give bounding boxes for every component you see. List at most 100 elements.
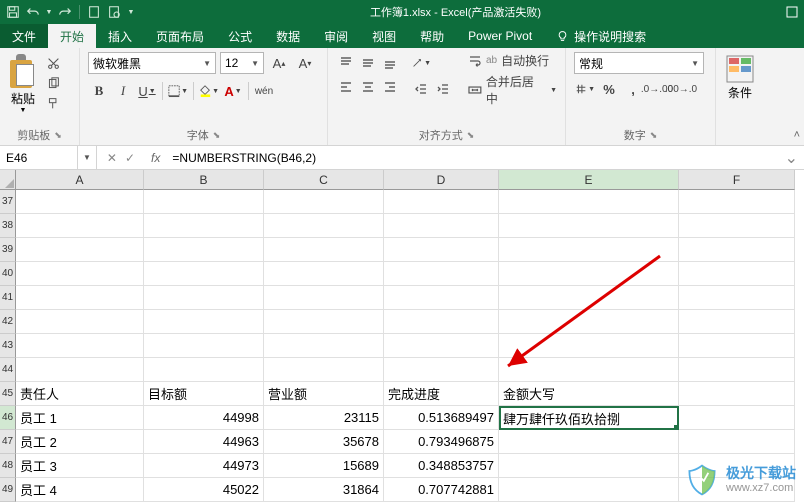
cell-F42[interactable] [679,310,795,334]
redo-icon[interactable] [56,3,74,21]
cell-C38[interactable] [264,214,384,238]
cell-F45[interactable] [679,382,795,406]
cell-A47[interactable]: 员工 2 [16,430,144,454]
collapse-ribbon-icon[interactable]: ˄ [794,129,800,141]
percent-format-icon[interactable]: % [598,78,620,100]
cell-A42[interactable] [16,310,144,334]
font-launcher-icon[interactable]: ⬊ [213,130,221,141]
wrap-text-button[interactable]: ab 自动换行 [468,52,557,69]
cell-B49[interactable]: 45022 [144,478,264,502]
tab-data[interactable]: 数据 [264,24,312,48]
row-head-46[interactable]: 46 [0,406,16,430]
cell-D41[interactable] [384,286,499,310]
decrease-decimal-icon[interactable]: .00→.0 [670,78,692,100]
align-bottom-icon[interactable] [380,52,400,74]
copy-icon[interactable] [44,74,62,92]
col-head-F[interactable]: F [679,170,795,190]
row-head-39[interactable]: 39 [0,238,16,262]
decrease-font-icon[interactable]: A▾ [294,52,316,74]
cell-D40[interactable] [384,262,499,286]
tell-me-search[interactable]: 操作说明搜索 [544,24,658,48]
cell-B41[interactable] [144,286,264,310]
tab-review[interactable]: 审阅 [312,24,360,48]
cell-B43[interactable] [144,334,264,358]
tab-home[interactable]: 开始 [48,24,96,48]
cell-B44[interactable] [144,358,264,382]
number-format-combo[interactable]: 常规▼ [574,52,704,74]
col-head-B[interactable]: B [144,170,264,190]
cell-F47[interactable] [679,430,795,454]
cell-B38[interactable] [144,214,264,238]
cell-E39[interactable] [499,238,679,262]
cell-F46[interactable] [679,406,795,430]
cell-C48[interactable]: 15689 [264,454,384,478]
row-head-42[interactable]: 42 [0,310,16,334]
font-name-combo[interactable]: 微软雅黑▼ [88,52,216,74]
col-head-C[interactable]: C [264,170,384,190]
cell-F43[interactable] [679,334,795,358]
tab-insert[interactable]: 插入 [96,24,144,48]
undo-dropdown-icon[interactable]: ▼ [44,3,54,21]
fill-color-button[interactable]: ▼ [198,80,220,102]
cell-A46[interactable]: 员工 1 [16,406,144,430]
cell-A39[interactable] [16,238,144,262]
cell-D42[interactable] [384,310,499,334]
fx-icon[interactable]: fx [145,151,166,165]
cell-B40[interactable] [144,262,264,286]
row-head-45[interactable]: 45 [0,382,16,406]
cell-E38[interactable] [499,214,679,238]
tab-file[interactable]: 文件 [0,24,48,48]
row-head-44[interactable]: 44 [0,358,16,382]
conditional-format-button[interactable]: 条件 [724,52,756,103]
cell-E43[interactable] [499,334,679,358]
cell-C45[interactable]: 营业额 [264,382,384,406]
cell-C40[interactable] [264,262,384,286]
cell-A48[interactable]: 员工 3 [16,454,144,478]
col-head-E[interactable]: E [499,170,679,190]
cell-A40[interactable] [16,262,144,286]
row-head-43[interactable]: 43 [0,334,16,358]
bold-button[interactable]: B [88,80,110,102]
paste-button[interactable]: 粘贴 ▼ [8,52,38,114]
cell-A38[interactable] [16,214,144,238]
cell-D49[interactable]: 0.707742881 [384,478,499,502]
cell-C49[interactable]: 31864 [264,478,384,502]
name-box[interactable]: E46 [0,146,78,169]
cell-B39[interactable] [144,238,264,262]
name-box-dropdown-icon[interactable]: ▼ [78,146,97,169]
border-button[interactable]: ▼ [167,80,189,102]
tab-power-pivot[interactable]: Power Pivot [456,24,544,48]
cell-E45[interactable]: 金额大写 [499,382,679,406]
cell-F39[interactable] [679,238,795,262]
italic-button[interactable]: I [112,80,134,102]
align-left-icon[interactable] [336,76,356,98]
print-preview-icon[interactable] [105,3,123,21]
number-launcher-icon[interactable]: ⬊ [650,130,658,141]
align-middle-icon[interactable] [358,52,378,74]
merge-center-button[interactable]: 合并后居中▼ [468,73,557,107]
cell-F40[interactable] [679,262,795,286]
col-head-D[interactable]: D [384,170,499,190]
cell-E42[interactable] [499,310,679,334]
orientation-button[interactable]: ▼ [410,52,432,74]
cell-B46[interactable]: 44998 [144,406,264,430]
cell-A43[interactable] [16,334,144,358]
tab-formulas[interactable]: 公式 [216,24,264,48]
align-top-icon[interactable] [336,52,356,74]
cell-F44[interactable] [679,358,795,382]
format-painter-icon[interactable] [44,94,62,112]
maximize-button[interactable] [780,0,804,24]
cell-D38[interactable] [384,214,499,238]
tab-layout[interactable]: 页面布局 [144,24,216,48]
cut-icon[interactable] [44,54,62,72]
font-size-combo[interactable]: 12▼ [220,52,264,74]
cell-C47[interactable]: 35678 [264,430,384,454]
row-head-47[interactable]: 47 [0,430,16,454]
cell-B45[interactable]: 目标额 [144,382,264,406]
cell-C44[interactable] [264,358,384,382]
row-head-40[interactable]: 40 [0,262,16,286]
cell-A37[interactable] [16,190,144,214]
tab-help[interactable]: 帮助 [408,24,456,48]
cell-B37[interactable] [144,190,264,214]
cell-B47[interactable]: 44963 [144,430,264,454]
